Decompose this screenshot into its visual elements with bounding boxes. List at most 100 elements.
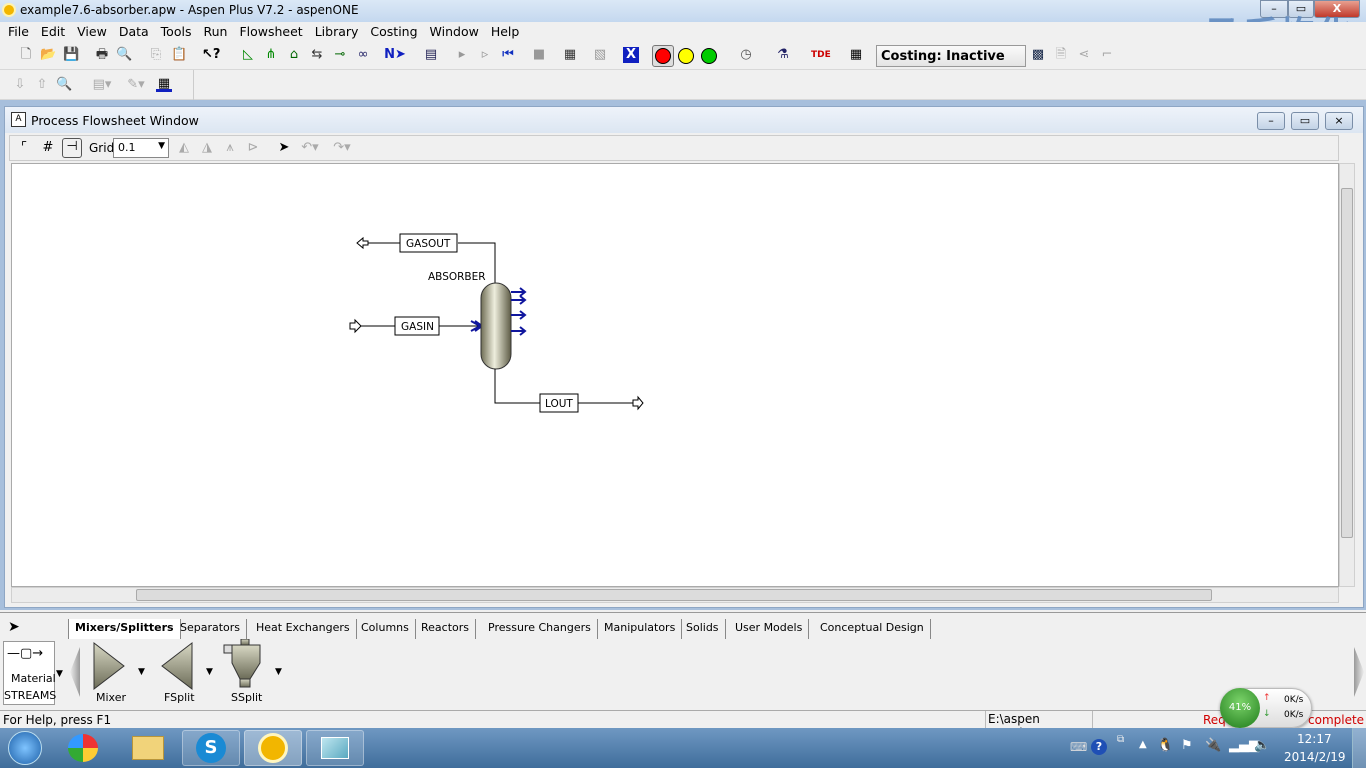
export-icon[interactable]: ⇧ — [34, 77, 50, 93]
streams-dropdown-icon[interactable]: ▼ — [56, 669, 63, 679]
tde-nist-icon[interactable]: TDE — [811, 47, 831, 63]
start-button[interactable] — [8, 731, 42, 765]
blocks-icon[interactable]: ⌂ — [286, 47, 302, 63]
control-panel-icon[interactable]: ▤ — [423, 47, 439, 63]
menu-data[interactable]: Data — [113, 22, 155, 42]
data-browser-icon[interactable]: ▦ — [156, 76, 172, 92]
child-maximize-button[interactable]: ▭ — [1291, 112, 1319, 130]
menu-run[interactable]: Run — [197, 22, 233, 42]
child-close-button[interactable]: × — [1325, 112, 1353, 130]
check-results-icon[interactable]: ▦ — [562, 47, 578, 63]
menu-edit[interactable]: Edit — [35, 22, 71, 42]
import-icon[interactable]: ⇩ — [12, 77, 28, 93]
menu-costing[interactable]: Costing — [364, 22, 423, 42]
menu-window[interactable]: Window — [424, 22, 485, 42]
menu-flowsheet[interactable]: Flowsheet — [233, 22, 308, 42]
report-icon[interactable]: ▧ — [592, 47, 608, 63]
costing-map-icon[interactable]: ⌐ — [1099, 47, 1115, 63]
activation-icon[interactable]: X — [623, 47, 639, 63]
costing-chart-icon[interactable]: ▩ — [1030, 47, 1046, 63]
step-icon[interactable]: ▹ — [477, 47, 493, 63]
clock-date[interactable]: 2014/2/19 — [1284, 750, 1346, 764]
select-pointer-icon[interactable]: ➤ — [276, 140, 292, 156]
copy-icon[interactable]: ⎘ — [148, 47, 164, 63]
taskbar-app-icon[interactable] — [68, 734, 98, 762]
ssplit-icon[interactable] — [220, 639, 270, 691]
palette-pointer-icon[interactable]: ➤ — [8, 619, 20, 635]
streams-icon[interactable]: ⋔ — [263, 47, 279, 63]
power-icon[interactable]: 🔌 — [1205, 738, 1221, 753]
material-streams-button[interactable]: —▢→ Material STREAMS — [3, 641, 56, 705]
rotate-left-icon[interactable]: ◭ — [176, 140, 192, 156]
glasses-icon[interactable]: ∞ — [355, 47, 371, 63]
stop-icon[interactable]: ■ — [531, 47, 547, 63]
taskbar-sogou-button[interactable]: S — [182, 730, 240, 766]
rotate-right-icon[interactable]: ◮ — [199, 140, 215, 156]
tab-heat-exchangers[interactable]: Heat Exchangers — [250, 619, 357, 639]
flowsheet-canvas[interactable]: GASOUT ABSORBER GASIN LOUT — [11, 163, 1339, 587]
horizontal-scroll-thumb[interactable] — [136, 589, 1212, 601]
child-minimize-button[interactable]: – — [1257, 112, 1285, 130]
close-button[interactable]: X — [1314, 0, 1360, 18]
restore-icon[interactable]: ⧉ — [1117, 734, 1124, 745]
horizontal-scrollbar[interactable] — [11, 587, 1339, 603]
tab-mixers-splitters[interactable]: Mixers/Splitters — [68, 619, 181, 639]
clock-time[interactable]: 12:17 — [1297, 732, 1332, 746]
network-meter-widget[interactable]: 41% ↑ ↓ 0K/s 0K/s — [1220, 688, 1312, 728]
tab-manipulators[interactable]: Manipulators — [598, 619, 683, 639]
absorber-column-icon[interactable] — [480, 282, 512, 370]
fsplit-icon[interactable] — [160, 641, 194, 691]
mixer-icon[interactable] — [92, 641, 126, 691]
taskbar-aspen-button[interactable] — [244, 730, 302, 766]
scroll-right-icon[interactable] — [1354, 647, 1364, 697]
grid-icon[interactable]: ▦ — [848, 47, 864, 63]
flip-horizontal-icon[interactable]: ⩚ — [222, 140, 238, 156]
menu-library[interactable]: Library — [309, 22, 365, 42]
vertical-scrollbar[interactable] — [1339, 163, 1355, 587]
grid-size-select[interactable]: 0.1 ▼ — [113, 138, 169, 158]
costing-tree-icon[interactable]: ⋖ — [1076, 47, 1092, 63]
taskbar-window-button[interactable] — [306, 730, 364, 766]
mixer-dropdown-icon[interactable]: ▼ — [138, 667, 145, 677]
snap-to-grid-icon[interactable]: ⊣ — [62, 138, 82, 158]
volume-icon[interactable]: 🔈 — [1254, 738, 1270, 753]
undo-icon[interactable]: ↶▾ — [298, 140, 322, 156]
run-icon[interactable]: ▸ — [454, 47, 470, 63]
next-icon[interactable]: N➤ — [384, 47, 406, 63]
tab-user-models[interactable]: User Models — [729, 619, 810, 639]
new-icon[interactable]: 🗋 — [18, 47, 34, 63]
open-icon[interactable]: 📂 — [40, 47, 56, 63]
align-icon[interactable]: ⌜ — [16, 140, 32, 156]
flask-icon[interactable]: ⚗ — [775, 47, 791, 63]
minimize-button[interactable]: – — [1260, 0, 1288, 18]
menu-file[interactable]: File — [2, 22, 35, 42]
paste-icon[interactable]: 📋 — [171, 47, 187, 63]
vertical-scroll-thumb[interactable] — [1341, 188, 1353, 538]
yellow-light-icon[interactable] — [678, 48, 694, 64]
green-light-icon[interactable] — [701, 48, 717, 64]
menu-help[interactable]: Help — [485, 22, 526, 42]
menu-tools[interactable]: Tools — [155, 22, 198, 42]
scroll-left-icon[interactable] — [70, 647, 80, 697]
gauge-icon[interactable]: ◷ — [738, 47, 754, 63]
tab-conceptual-design[interactable]: Conceptual Design — [814, 619, 931, 639]
tab-pressure-changers[interactable]: Pressure Changers — [482, 619, 598, 639]
edit-dropdown-icon[interactable]: ✎▾ — [122, 77, 150, 93]
fsplit-dropdown-icon[interactable]: ▼ — [206, 667, 213, 677]
grid-toggle-icon[interactable]: # — [40, 140, 56, 156]
explorer-folder-icon[interactable] — [132, 736, 164, 760]
flip-vertical-icon[interactable]: ⊳ — [245, 140, 261, 156]
redo-icon[interactable]: ↷▾ — [330, 140, 354, 156]
tab-columns[interactable]: Columns — [355, 619, 416, 639]
flowsheet-icon[interactable]: ◺ — [240, 47, 256, 63]
show-desktop-button[interactable] — [1352, 728, 1366, 768]
maximize-button[interactable]: ▭ — [1288, 0, 1314, 18]
whats-this-help-icon[interactable]: ↖? — [202, 47, 220, 63]
costing-status-button[interactable]: Costing: Inactive — [876, 45, 1026, 67]
keyboard-icon[interactable]: ⌨ — [1070, 740, 1087, 754]
menu-view[interactable]: View — [71, 22, 113, 42]
lout-stream-line[interactable] — [494, 369, 540, 404]
exchange-icon[interactable]: ⇆ — [309, 47, 325, 63]
action-center-flag-icon[interactable]: ⚑ — [1181, 738, 1193, 753]
save-icon[interactable]: 💾 — [63, 47, 79, 63]
